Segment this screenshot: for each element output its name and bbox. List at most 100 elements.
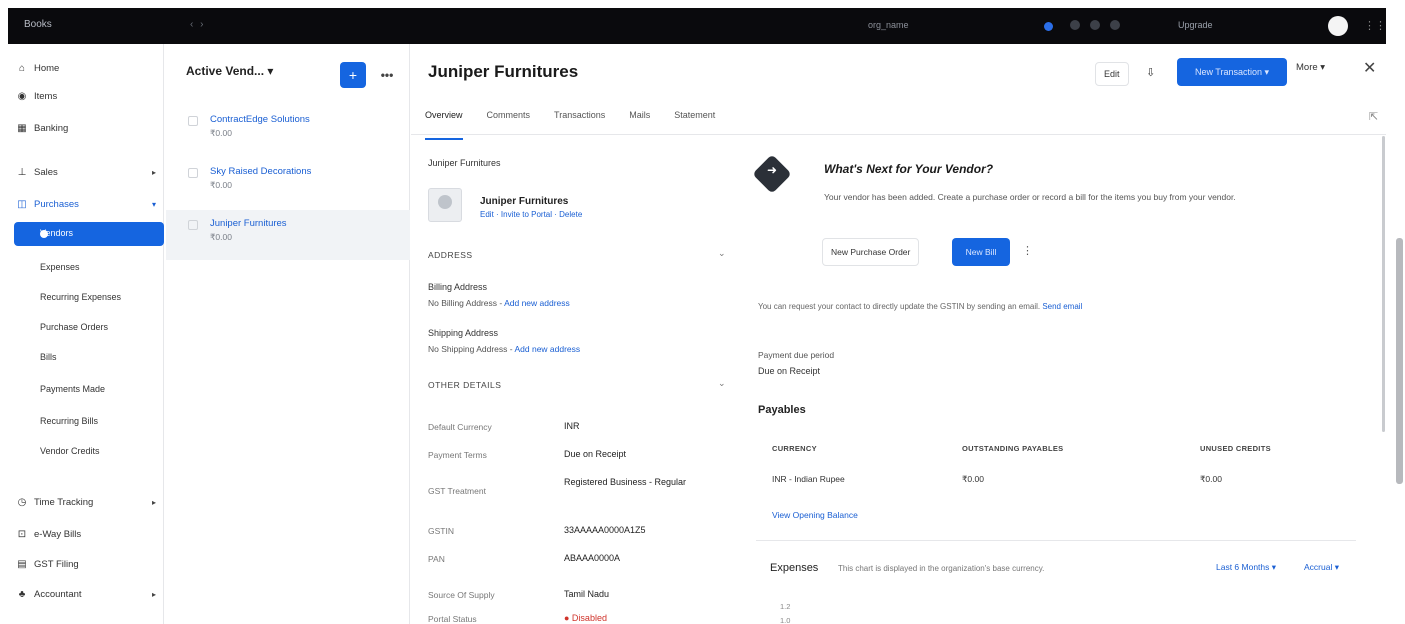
new-bill-button[interactable]: New Bill: [952, 238, 1010, 266]
user-avatar[interactable]: [1328, 16, 1348, 36]
file-icon: ▤: [17, 558, 27, 570]
sidebar-item-home[interactable]: ⌂ Home: [16, 58, 162, 78]
chevron-down-icon[interactable]: ⌄: [718, 378, 726, 389]
close-icon[interactable]: ✕: [1363, 58, 1376, 78]
app-brand[interactable]: Books: [24, 19, 52, 30]
detail-label: Source Of Supply: [428, 590, 495, 600]
send-email-link[interactable]: Send email: [1042, 302, 1082, 311]
vendor-name[interactable]: ContractEdge Solutions: [210, 114, 310, 125]
detail-label: GST Treatment: [428, 486, 486, 496]
bag-icon: ◫: [17, 198, 27, 210]
sidebar-subitem-recurring-bills[interactable]: Recurring Bills: [40, 416, 98, 426]
grid-icon[interactable]: ⋮⋮: [1364, 19, 1386, 32]
active-dot-icon: [40, 230, 48, 238]
vendor-filter-dropdown[interactable]: Active Vend... ▾: [186, 64, 273, 78]
detail-value: 33AAAAA0000A1Z5: [564, 525, 646, 535]
clock-icon: ◷: [17, 496, 27, 508]
payment-due-value: Due on Receipt: [758, 366, 821, 376]
history-nav[interactable]: ‹ ›: [190, 19, 205, 30]
sidebar: ⌂ Home ◉ Items ▦ Banking ⊥ Sales ▸ ◫ Pur…: [8, 44, 171, 624]
sidebar-item-sales[interactable]: ⊥ Sales ▸: [16, 162, 162, 182]
table-cell-outstanding: ₹0.00: [962, 474, 984, 484]
tab-statement[interactable]: Statement: [674, 110, 715, 134]
contact-name: Juniper Furnitures: [480, 196, 569, 207]
bank-icon: ▦: [17, 122, 27, 134]
detail-label: Payment Terms: [428, 450, 487, 460]
organization-name[interactable]: org_name: [868, 20, 909, 30]
tab-comments[interactable]: Comments: [487, 110, 531, 134]
period-dropdown[interactable]: Last 6 Months ▾: [1216, 562, 1276, 573]
page-title: Juniper Furnitures: [428, 62, 579, 81]
sidebar-item-purchases[interactable]: ◫ Purchases ▾: [16, 194, 162, 214]
list-item[interactable]: ContractEdge Solutions ₹0.00: [166, 106, 410, 156]
chevron-down-icon[interactable]: ⌄: [718, 248, 726, 259]
sidebar-item-eway-bills[interactable]: ⊡ e-Way Bills: [16, 524, 162, 544]
sidebar-subitem-payments-made[interactable]: Payments Made: [40, 384, 105, 394]
help-icon[interactable]: [1110, 20, 1120, 30]
address-section-header[interactable]: ADDRESS: [428, 250, 473, 260]
more-button[interactable]: More ▾: [1296, 62, 1325, 73]
detail-value: Tamil Nadu: [564, 589, 610, 599]
vendor-name[interactable]: Sky Raised Decorations: [210, 166, 311, 177]
column-header-unused-credits: UNUSED CREDITS: [1200, 444, 1271, 453]
cart-icon: ⊥: [17, 166, 27, 178]
sidebar-item-gst-filing[interactable]: ▤ GST Filing: [16, 554, 162, 574]
row-checkbox[interactable]: [188, 220, 198, 230]
sidebar-subitem-purchase-orders[interactable]: Purchase Orders: [40, 322, 108, 332]
axis-tick-label: 1.2: [780, 602, 791, 611]
bell-icon[interactable]: [1070, 20, 1080, 30]
table-cell-currency: INR - Indian Rupee: [772, 474, 845, 484]
sidebar-item-vendors[interactable]: Vendors: [14, 222, 164, 246]
contact-actions[interactable]: Edit · Invite to Portal · Delete: [480, 210, 582, 219]
column-header-outstanding: OUTSTANDING PAYABLES: [962, 444, 1064, 453]
company-name: Juniper Furnitures: [428, 158, 501, 168]
payables-title: Payables: [758, 404, 806, 416]
tab-transactions[interactable]: Transactions: [554, 110, 605, 134]
new-purchase-order-button[interactable]: New Purchase Order: [822, 238, 920, 266]
sidebar-item-time-tracking[interactable]: ◷ Time Tracking ▸: [16, 492, 162, 512]
attachment-icon[interactable]: ⇩: [1146, 66, 1155, 79]
sidebar-item-banking[interactable]: ▦ Banking: [16, 118, 162, 138]
list-item-selected[interactable]: Juniper Furnitures ₹0.00: [166, 210, 410, 260]
tab-overview[interactable]: Overview: [425, 110, 463, 140]
list-more-button[interactable]: •••: [374, 62, 400, 88]
page-scrollbar[interactable]: [1396, 238, 1403, 484]
vendor-amount: ₹0.00: [210, 180, 232, 190]
other-details-header[interactable]: OTHER DETAILS: [428, 380, 501, 390]
expenses-title: Expenses: [770, 562, 819, 574]
person-icon: ♣: [18, 588, 26, 600]
list-item[interactable]: Sky Raised Decorations ₹0.00: [166, 158, 410, 208]
basis-dropdown[interactable]: Accrual ▾: [1304, 562, 1339, 573]
arrow-icon: [752, 154, 792, 194]
sidebar-item-accountant[interactable]: ♣ Accountant ▸: [16, 584, 162, 604]
vendor-name[interactable]: Juniper Furnitures: [210, 218, 287, 229]
tab-mails[interactable]: Mails: [629, 110, 650, 134]
detail-value: INR: [564, 421, 580, 431]
detail-scrollbar[interactable]: [1382, 136, 1385, 432]
sidebar-item-label: Banking: [34, 122, 69, 134]
sidebar-subitem-expenses[interactable]: Expenses: [40, 262, 80, 272]
kebab-icon[interactable]: ⋮: [1022, 244, 1033, 257]
upgrade-link[interactable]: Upgrade: [1178, 20, 1213, 30]
add-vendor-button[interactable]: +: [340, 62, 366, 88]
row-checkbox[interactable]: [188, 116, 198, 126]
status-badge: ● Disabled: [564, 613, 607, 623]
edit-button[interactable]: Edit: [1095, 62, 1129, 86]
sidebar-item-items[interactable]: ◉ Items: [16, 86, 162, 106]
expand-icon[interactable]: ⇱: [1369, 110, 1378, 123]
add-billing-address-link[interactable]: Add new address: [504, 298, 570, 308]
new-transaction-button[interactable]: New Transaction ▾: [1177, 58, 1287, 86]
sidebar-item-label: Purchases: [34, 198, 79, 210]
sidebar-subitem-recurring-expenses[interactable]: Recurring Expenses: [40, 292, 121, 302]
add-shipping-address-link[interactable]: Add new address: [514, 344, 580, 354]
whats-next-description: Your vendor has been added. Create a pur…: [824, 192, 1236, 202]
sidebar-item-label: Items: [34, 90, 58, 102]
gstin-request-note: You can request your contact to directly…: [758, 302, 1083, 311]
notification-dot[interactable]: [1044, 22, 1053, 31]
settings-icon[interactable]: [1090, 20, 1100, 30]
row-checkbox[interactable]: [188, 168, 198, 178]
detail-label: PAN: [428, 554, 445, 564]
sidebar-subitem-bills[interactable]: Bills: [40, 352, 57, 362]
sidebar-subitem-vendor-credits[interactable]: Vendor Credits: [40, 446, 100, 456]
view-opening-balance-link[interactable]: View Opening Balance: [772, 510, 858, 520]
